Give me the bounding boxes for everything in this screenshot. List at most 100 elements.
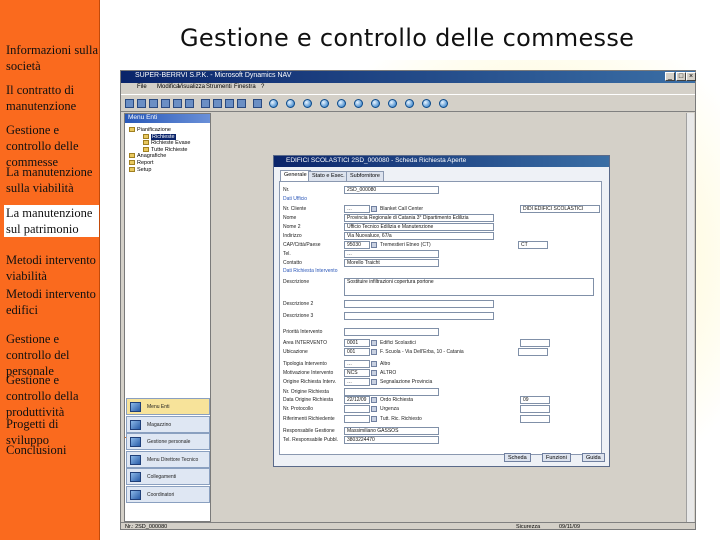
- field-input[interactable]: 95030: [344, 241, 370, 249]
- new-icon[interactable]: [125, 99, 134, 108]
- nav-icon-7[interactable]: [422, 99, 431, 108]
- nav-button[interactable]: Menu Direttore Tecnico: [126, 451, 210, 468]
- dropdown-arrow-icon[interactable]: [371, 370, 377, 376]
- nav-button[interactable]: Gestione personale: [126, 433, 210, 450]
- dialog-button[interactable]: Scheda: [504, 453, 531, 462]
- nav-item[interactable]: Il contratto di manutenzione: [6, 82, 99, 114]
- field-input[interactable]: Via Nuovaluce, 67/a: [344, 232, 494, 240]
- forward-icon[interactable]: [303, 99, 312, 108]
- nav-button[interactable]: Menu Enti: [126, 398, 210, 415]
- field-extra-input[interactable]: [518, 348, 548, 356]
- nav-icon-4[interactable]: [371, 99, 380, 108]
- nav-icon-8[interactable]: [439, 99, 448, 108]
- nav-icon-1[interactable]: [320, 99, 329, 108]
- nav-button[interactable]: Magazzino: [126, 416, 210, 433]
- menu-item[interactable]: File: [137, 84, 147, 90]
- paste-icon[interactable]: [173, 99, 182, 108]
- nav-icon-3[interactable]: [354, 99, 363, 108]
- cut-icon[interactable]: [149, 99, 158, 108]
- dropdown-arrow-icon[interactable]: [371, 406, 377, 412]
- nav-item[interactable]: Conclusioni: [6, 442, 99, 458]
- nav-item[interactable]: Gestione e controllo della produttività: [6, 372, 99, 420]
- close-button[interactable]: ×: [686, 72, 696, 81]
- nav-icon-5[interactable]: [388, 99, 397, 108]
- dropdown-arrow-icon[interactable]: [371, 349, 377, 355]
- field-extra-input[interactable]: CT: [518, 241, 548, 249]
- menu-item[interactable]: Finestra: [234, 84, 256, 90]
- print-icon[interactable]: [201, 99, 210, 108]
- dropdown-arrow-icon[interactable]: [371, 340, 377, 346]
- nav-item[interactable]: Informazioni sulla società: [6, 42, 99, 74]
- tree-item[interactable]: Anagrafiche: [129, 153, 166, 159]
- field-input[interactable]: Sostituire infiltrazioni copertura porto…: [344, 278, 594, 296]
- dropdown-arrow-icon[interactable]: [371, 416, 377, 422]
- dialog-button[interactable]: Guida: [582, 453, 605, 462]
- maximize-button[interactable]: □: [676, 72, 686, 81]
- field-input[interactable]: …: [344, 378, 370, 386]
- find-icon[interactable]: [213, 99, 222, 108]
- field-input[interactable]: [344, 405, 370, 413]
- nav-item[interactable]: Gestione e controllo delle commesse: [6, 122, 99, 170]
- delete-icon[interactable]: [185, 99, 194, 108]
- field-input[interactable]: Massimiliano GASSOS: [344, 427, 439, 435]
- field-extra-input[interactable]: [520, 415, 550, 423]
- dialog-tab[interactable]: Subfornitore: [346, 171, 384, 181]
- edit-icon[interactable]: [137, 99, 146, 108]
- workspace-scrollbar[interactable]: [686, 113, 694, 522]
- minimize-button[interactable]: _: [665, 72, 675, 81]
- nav-item[interactable]: La manutenzione sul patrimonio: [4, 205, 99, 237]
- field-input[interactable]: [344, 312, 494, 320]
- nav-button[interactable]: Coordinatori: [126, 486, 210, 503]
- field-input[interactable]: Provincia Regionale di Catania 3° Dipart…: [344, 214, 494, 222]
- tree-item[interactable]: Pianificazione: [129, 127, 171, 133]
- dialog-tab[interactable]: Stato e Esec.: [308, 171, 349, 181]
- field-input[interactable]: 22/12/09: [344, 396, 370, 404]
- tree-item[interactable]: Tutte Richieste: [143, 147, 187, 153]
- menu-item[interactable]: Visualizza: [178, 84, 205, 90]
- field-input[interactable]: NCS: [344, 369, 370, 377]
- field-input[interactable]: [344, 328, 439, 336]
- field-input[interactable]: …: [344, 360, 370, 368]
- field-input[interactable]: Ufficio Tecnico Edilizia e Manutenzione: [344, 223, 494, 231]
- field-input[interactable]: 3803224470: [344, 436, 439, 444]
- field-input[interactable]: …: [344, 250, 439, 258]
- field-extra-input[interactable]: [520, 339, 550, 347]
- field-input[interactable]: 0001: [344, 339, 370, 347]
- sort-icon[interactable]: [237, 99, 246, 108]
- nav-item[interactable]: Metodi intervento edifici: [6, 286, 99, 318]
- field-input[interactable]: [344, 415, 370, 423]
- field-input[interactable]: Morello Traicht: [344, 259, 439, 267]
- menu-item[interactable]: Strumenti: [206, 84, 232, 90]
- dialog-tab[interactable]: Generale: [280, 170, 311, 181]
- dropdown-arrow-icon[interactable]: [371, 379, 377, 385]
- dropdown-arrow-icon[interactable]: [371, 397, 377, 403]
- menu-item[interactable]: ?: [261, 84, 264, 90]
- field-input[interactable]: [344, 388, 439, 396]
- tree-item[interactable]: Richieste: [143, 133, 176, 140]
- nav-item[interactable]: Metodi intervento viabilità: [6, 252, 99, 284]
- dropdown-arrow-icon[interactable]: [371, 242, 377, 248]
- copy-icon[interactable]: [161, 99, 170, 108]
- tree-item[interactable]: Richieste Evase: [143, 140, 190, 146]
- dialog-button[interactable]: Funzioni: [542, 453, 571, 462]
- tree-item[interactable]: Setup: [129, 167, 151, 173]
- field-input[interactable]: 2SD_000080: [344, 186, 439, 194]
- nav-icon-2[interactable]: [337, 99, 346, 108]
- first-icon[interactable]: [253, 99, 262, 108]
- field-input[interactable]: …: [344, 205, 370, 213]
- tree-item[interactable]: Report: [129, 160, 154, 166]
- help-icon[interactable]: [269, 99, 278, 108]
- field-extra-input[interactable]: [520, 405, 550, 413]
- field-extra-input[interactable]: 09: [520, 396, 550, 404]
- filter-icon[interactable]: [225, 99, 234, 108]
- field-input[interactable]: [344, 300, 494, 308]
- field-input[interactable]: 001: [344, 348, 370, 356]
- nav-button[interactable]: Collegamenti: [126, 468, 210, 485]
- nav-item[interactable]: La manutenzione sulla viabilità: [6, 164, 99, 196]
- dropdown-arrow-icon[interactable]: [371, 206, 377, 212]
- nav-icon-6[interactable]: [405, 99, 414, 108]
- back-icon[interactable]: [286, 99, 295, 108]
- dropdown-arrow-icon[interactable]: [371, 361, 377, 367]
- menu-item[interactable]: Modifica: [157, 84, 179, 90]
- field-extra-input[interactable]: DIDI EDIFICI SCOLASTICI: [520, 205, 600, 213]
